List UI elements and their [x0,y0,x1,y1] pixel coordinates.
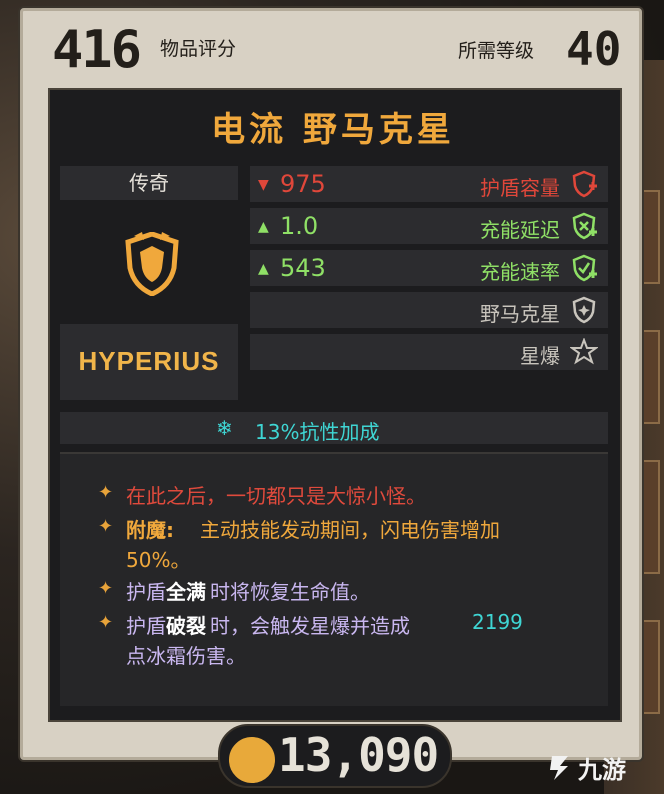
item-emblem-box [60,204,238,320]
stat-value: 975 [280,170,326,198]
shield-icon [572,296,596,324]
item-score-label: 物品评分 [160,38,237,60]
item-name: 电流 野马克星 [211,110,455,150]
enchant-text-cont: 50%。 [126,548,191,572]
snowflake-icon: ❄ [216,416,233,440]
stat-name: 充能延迟 [480,218,560,242]
watermark-text: 九游 [578,756,626,784]
effect-text: 护盾 [126,580,166,604]
star-bullet-icon: ✦ [98,482,114,503]
flavor-text: 在此之后，一切都只是大惊小怪。 [126,484,426,508]
stat-name: 充能速率 [480,260,560,284]
star-bullet-icon: ✦ [98,612,114,633]
stat-row-passive-name: 野马克星 [250,292,608,328]
item-price: 13,090 [278,728,439,782]
cash-coin-icon [226,734,278,786]
watermark-logo-icon [550,756,568,780]
effect-text-cont: 点冰霜伤害。 [126,644,246,668]
shield-capacity-icon [572,170,597,198]
stat-name: 护盾容量 [480,176,560,200]
manufacturer-logo: HYPERIUS [78,346,220,376]
item-score-value: 416 [52,20,142,80]
item-description: ✦ 在此之后，一切都只是大惊小怪。 ✦ 附魔: 主动技能发动期间，闪电伤害增加 … [60,452,608,706]
effect-keyword: 全满 [166,580,206,604]
resistance-text: 13%抗性加成 [255,420,380,444]
stat-name: 星爆 [520,344,560,368]
stat-up-arrow-icon: ▲ [258,261,269,277]
rarity-label: 传奇 [60,166,238,200]
stat-value: 1.0 [280,212,319,240]
required-level-value: 40 [566,22,622,76]
effect-keyword: 破裂 [166,614,206,638]
star-bullet-icon: ✦ [98,578,114,599]
star-bullet-icon: ✦ [98,516,114,537]
resistance-bar: ❄ 13%抗性加成 [60,412,608,444]
shield-emblem-icon [125,232,179,296]
enchant-text: 主动技能发动期间，闪电伤害增加 [200,518,500,542]
starburst-icon [570,338,598,365]
effect-text: 护盾 [126,614,166,638]
enchant-label: 附魔: [126,518,174,542]
manufacturer-box: HYPERIUS [60,324,238,400]
stat-row-recharge-delay: ▲ 1.0 充能延迟 [250,208,608,244]
required-level-label: 所需等级 [458,40,535,62]
stat-value: 543 [280,254,326,282]
damage-value: 2199 [472,610,523,634]
recharge-delay-icon [572,212,597,240]
stat-row-recharge-rate: ▲ 543 充能速率 [250,250,608,286]
stat-down-arrow-icon: ▼ [258,177,269,193]
stat-name: 野马克星 [480,302,560,326]
stat-row-starburst: 星爆 [250,334,608,370]
recharge-rate-icon [572,254,597,282]
stat-row-shield-capacity: ▼ 975 护盾容量 [250,166,608,202]
effect-text: 时将恢复生命值。 [210,580,370,604]
effect-text: 时，会触发星爆并造成 [210,614,410,638]
stat-up-arrow-icon: ▲ [258,219,269,235]
